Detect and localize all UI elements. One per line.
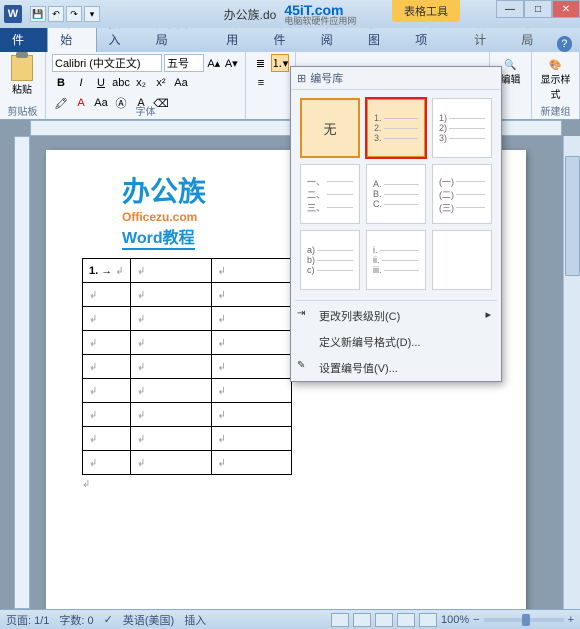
styles-icon[interactable]: 🎨 (538, 60, 573, 71)
title-bar: W 💾 ↶ ↷ ▾ 办公族.do 45iT.com 电脑软硬件应用网 表格工具 … (0, 0, 580, 28)
document-title: 办公族.do (224, 6, 277, 23)
superscript-button[interactable]: x² (152, 74, 170, 92)
clipboard-group-label: 剪贴板 (0, 103, 45, 118)
status-right: 100% − + (331, 613, 574, 627)
zoom-in-button[interactable]: + (568, 614, 574, 626)
numbering-alpha-lower[interactable]: a) b) c) (300, 230, 360, 290)
library-icon: ⊞ (297, 72, 306, 85)
status-words[interactable]: 字数: 0 (59, 612, 93, 628)
status-page[interactable]: 页面: 1/1 (6, 612, 49, 628)
numbering-alpha-upper[interactable]: A. B. C. (366, 164, 426, 224)
brand-word: Word教程 (122, 224, 195, 250)
dropdown-header: ⊞ 编号库 (291, 67, 501, 90)
ribbon-tabs: 文件 开始 插入 页面布局 引用 邮件 审阅 视图 加载项 设计 布局 ? (0, 28, 580, 52)
numbering-grid: 无 1. 2. 3. 1) 2) 3) 一、 二、 三、 A. B. C. (一… (291, 90, 501, 298)
shrink-font-button[interactable]: A▾ (224, 54, 240, 72)
title-center: 办公族.do 45iT.com 电脑软硬件应用网 (224, 3, 357, 26)
table-row: ↲↲↲ (83, 283, 292, 307)
group-styles: 🎨 显示样式 新建组 (532, 52, 580, 119)
table-row: ↲↲↲ (83, 379, 292, 403)
status-bar: 页面: 1/1 字数: 0 ✓ 英语(美国) 插入 100% − + (0, 609, 580, 629)
numbering-cn-comma[interactable]: 一、 二、 三、 (300, 164, 360, 224)
zoom-level[interactable]: 100% (441, 614, 469, 626)
status-language[interactable]: 英语(美国) (123, 612, 174, 628)
vertical-scrollbar[interactable] (563, 136, 580, 609)
strike-button[interactable]: abc (112, 74, 130, 92)
help-button[interactable]: ? (557, 36, 572, 52)
zoom-out-button[interactable]: − (473, 614, 479, 626)
watermark-logo: 45iT.com (284, 3, 356, 17)
minimize-button[interactable]: — (496, 0, 524, 18)
align-left-button[interactable]: ≡ (252, 74, 270, 92)
dropdown-separator (295, 300, 497, 301)
change-case-button[interactable]: Aa (172, 74, 190, 92)
view-outline[interactable] (397, 613, 415, 627)
change-list-level[interactable]: ⇥ 更改列表级别(C) ▸ (291, 303, 501, 329)
define-new-format[interactable]: 定义新编号格式(D)... (291, 329, 501, 355)
numbering-roman-lower[interactable]: i. ii. iii. (366, 230, 426, 290)
table-row: 1. → ↲↲↲ (83, 259, 292, 283)
maximize-button[interactable]: □ (524, 0, 552, 18)
group-paragraph: ≣ ⒈▾ ≡ (246, 52, 296, 119)
paste-icon (11, 55, 33, 81)
undo-button[interactable]: ↶ (48, 6, 64, 22)
view-print-layout[interactable] (331, 613, 349, 627)
qat-customize[interactable]: ▾ (84, 6, 100, 22)
paragraph-mark: ↲ (82, 479, 490, 490)
window-controls: — □ ✕ (496, 0, 580, 18)
redo-button[interactable]: ↷ (66, 6, 82, 22)
zoom-thumb[interactable] (522, 614, 530, 626)
status-spellcheck-icon[interactable]: ✓ (104, 613, 113, 626)
bold-button[interactable]: B (52, 74, 70, 92)
table-row: ↲↲↲ (83, 307, 292, 331)
paste-button[interactable]: 粘贴 (6, 54, 38, 96)
underline-button[interactable]: U (92, 74, 110, 92)
newgroup-label: 新建组 (532, 103, 579, 118)
group-clipboard: 粘贴 剪贴板 (0, 52, 46, 119)
context-tab-label: 表格工具 (392, 0, 460, 22)
table-row: ↲↲↲ (83, 355, 292, 379)
edit-label: 编辑 (501, 75, 521, 86)
set-numbering-value[interactable]: ✎ 设置编号值(V)... (291, 355, 501, 381)
font-name-select[interactable] (52, 54, 162, 72)
table-row: ↲↲↲ (83, 331, 292, 355)
watermark-sub: 电脑软硬件应用网 (284, 17, 356, 26)
quick-access-toolbar: 💾 ↶ ↷ ▾ (30, 6, 100, 22)
numbering-cn-paren[interactable]: (一) (二) (三) (432, 164, 492, 224)
italic-button[interactable]: I (72, 74, 90, 92)
numbering-arabic-dot[interactable]: 1. 2. 3. (366, 98, 426, 158)
numbering-dropdown: ⊞ 编号库 无 1. 2. 3. 1) 2) 3) 一、 二、 三、 A. B.… (290, 66, 502, 382)
library-label: 编号库 (310, 70, 343, 86)
styles-label: 显示样式 (541, 75, 571, 101)
table-row: ↲↲↲ (83, 451, 292, 475)
table-row: ↲↲↲ (83, 403, 292, 427)
view-fullscreen[interactable] (353, 613, 371, 627)
view-web[interactable] (375, 613, 393, 627)
word-app-icon: W (4, 5, 22, 23)
close-button[interactable]: ✕ (552, 0, 580, 18)
zoom-slider[interactable] (484, 618, 564, 622)
subscript-button[interactable]: x₂ (132, 74, 150, 92)
grow-font-button[interactable]: A▴ (206, 54, 222, 72)
numbering-none[interactable]: 无 (300, 98, 360, 158)
group-font: A▴ A▾ B I U abc x₂ x² Aa 🖍 A Aa Ⓐ A ⌫ 字体 (46, 52, 246, 119)
numbering-empty[interactable] (432, 230, 492, 290)
font-group-label: 字体 (46, 103, 245, 118)
setval-icon: ✎ (297, 360, 311, 374)
numbering-arabic-paren[interactable]: 1) 2) 3) (432, 98, 492, 158)
view-draft[interactable] (419, 613, 437, 627)
vertical-ruler[interactable] (14, 136, 30, 609)
status-mode[interactable]: 插入 (184, 612, 206, 628)
numbering-button[interactable]: ⒈▾ (271, 54, 289, 72)
content-table[interactable]: 1. → ↲↲↲ ↲↲↲ ↲↲↲ ↲↲↲ ↲↲↲ ↲↲↲ ↲↲↲ ↲↲↲ ↲↲↲ (82, 258, 292, 475)
table-row: ↲↲↲ (83, 427, 292, 451)
paste-label: 粘贴 (12, 81, 32, 96)
font-size-select[interactable] (164, 54, 204, 72)
bullets-button[interactable]: ≣ (252, 54, 269, 72)
level-icon: ⇥ (297, 308, 311, 322)
save-button[interactable]: 💾 (30, 6, 46, 22)
scroll-thumb[interactable] (565, 156, 580, 276)
